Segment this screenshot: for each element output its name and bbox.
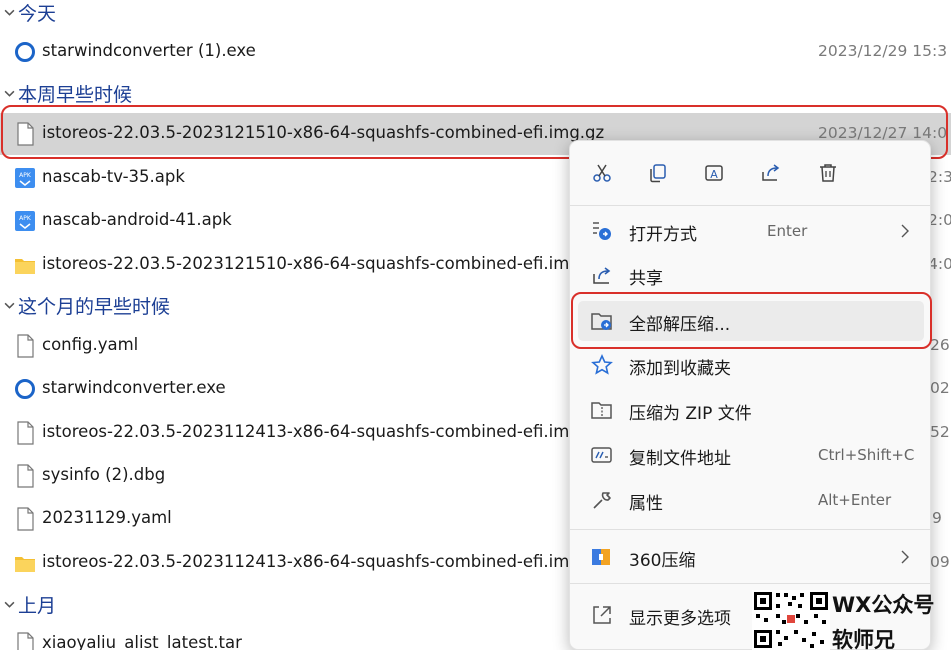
file-date: 09: [930, 553, 950, 571]
360zip-icon: [590, 546, 614, 568]
file-icon: [14, 464, 36, 488]
menu-item-label: 压缩为 ZIP 文件: [629, 404, 752, 424]
menu-item-shortcut: Enter: [767, 222, 808, 240]
zip-icon: [590, 399, 614, 421]
file-name: istoreos-22.03.5-2023121510-x86-64-squas…: [42, 254, 580, 273]
group-label: 今天: [18, 2, 57, 25]
group-header-earlier-this-month[interactable]: 这个月的早些时候: [0, 291, 170, 319]
starwind-app-icon: [14, 40, 36, 64]
svg-text:APK: APK: [19, 215, 32, 222]
menu-item-shortcut: Alt+Enter: [818, 491, 892, 509]
file-icon: [14, 421, 36, 445]
chevron-down-icon: [0, 0, 18, 26]
file-name: starwindconverter.exe: [42, 378, 226, 397]
chevron-down-icon: [0, 79, 18, 107]
context-menu-quick-actions: A: [570, 155, 930, 191]
group-label: 上月: [18, 594, 57, 617]
file-name: sysinfo (2).dbg: [42, 465, 166, 484]
file-icon: [14, 334, 36, 358]
file-icon: [14, 632, 36, 650]
svg-text:APK: APK: [19, 172, 32, 179]
file-date: 2:3: [928, 168, 951, 186]
menu-item-open-with[interactable]: 打开方式 Enter: [578, 211, 924, 251]
file-date: 26: [930, 336, 950, 354]
star-icon: [590, 354, 614, 376]
qr-code-image: [752, 590, 830, 650]
watermark-text-line1: WX公众号: [832, 593, 935, 617]
more-options-icon: [590, 604, 614, 626]
file-name: istoreos-22.03.5-2023112413-x86-64-squas…: [42, 422, 580, 441]
cut-icon[interactable]: [584, 155, 620, 191]
menu-item-label: 属性: [629, 494, 663, 514]
open-with-icon: [590, 220, 614, 242]
group-header-last-month[interactable]: 上月: [0, 590, 56, 618]
menu-item-label: 复制文件地址: [629, 449, 731, 469]
chevron-right-icon: [900, 223, 910, 239]
group-label: 这个月的早些时候: [18, 295, 171, 318]
chevron-down-icon: [0, 590, 18, 618]
menu-item-360zip[interactable]: 360压缩: [578, 537, 924, 577]
file-name: istoreos-22.03.5-2023112413-x86-64-squas…: [42, 552, 580, 571]
menu-item-label: 添加到收藏夹: [629, 359, 731, 379]
menu-item-label: 显示更多选项: [629, 609, 731, 629]
wrench-icon: [590, 489, 614, 511]
menu-item-label: 360压缩: [629, 551, 696, 571]
apk-icon: APK: [14, 166, 36, 190]
chevron-down-icon: [0, 291, 18, 319]
copy-path-icon: [590, 444, 614, 466]
group-header-earlier-this-week[interactable]: 本周早些时候: [0, 79, 132, 107]
file-date: 2023/12/29 15:3: [818, 42, 948, 60]
file-date: 2:0: [928, 211, 951, 229]
menu-separator: [570, 583, 930, 584]
group-label: 本周早些时候: [18, 83, 133, 106]
file-date: 4:0: [928, 255, 951, 273]
menu-item-add-to-favorites[interactable]: 添加到收藏夹: [578, 345, 924, 385]
context-menu: A 打开方式 Enter 共享 全部解压缩... 添加到收藏夹 压缩为 ZIP …: [569, 140, 931, 650]
menu-item-shortcut: Ctrl+Shift+C: [818, 446, 915, 464]
file-date: 52: [930, 423, 950, 441]
menu-item-properties[interactable]: 属性 Alt+Enter: [578, 480, 924, 520]
delete-icon[interactable]: [810, 155, 846, 191]
apk-icon: APK: [14, 209, 36, 233]
file-row[interactable]: starwindconverter (1).exe 2023/12/29 15:…: [0, 31, 951, 73]
chevron-right-icon: [900, 549, 910, 565]
menu-item-share[interactable]: 共享: [578, 255, 924, 295]
file-name: nascab-tv-35.apk: [42, 167, 185, 186]
file-name: starwindconverter (1).exe: [42, 41, 256, 60]
group-header-today[interactable]: 今天: [0, 0, 56, 26]
svg-text:A: A: [710, 168, 718, 181]
menu-separator: [570, 529, 930, 530]
folder-icon: [14, 551, 36, 575]
share-icon: [590, 264, 614, 286]
menu-separator: [570, 205, 930, 206]
share-icon[interactable]: [753, 155, 789, 191]
rename-icon[interactable]: A: [696, 155, 732, 191]
file-date: 9: [932, 509, 942, 527]
menu-item-compress-zip[interactable]: 压缩为 ZIP 文件: [578, 390, 924, 430]
file-name: config.yaml: [42, 335, 139, 354]
file-name: 20231129.yaml: [42, 508, 172, 527]
menu-item-label: 共享: [629, 269, 663, 289]
highlight-box-extract-all: [571, 292, 932, 349]
menu-item-label: 打开方式: [629, 225, 697, 245]
file-icon: [14, 507, 36, 531]
starwind-app-icon: [14, 377, 36, 401]
watermark-text-line2: 软师兄: [832, 628, 895, 650]
file-name: nascab-android-41.apk: [42, 210, 232, 229]
copy-icon[interactable]: [640, 155, 676, 191]
file-date: 02: [930, 379, 950, 397]
menu-item-copy-path[interactable]: 复制文件地址 Ctrl+Shift+C: [578, 435, 924, 475]
file-name: xiaoyaliu_alist_latest.tar: [42, 633, 242, 650]
folder-icon: [14, 253, 36, 277]
